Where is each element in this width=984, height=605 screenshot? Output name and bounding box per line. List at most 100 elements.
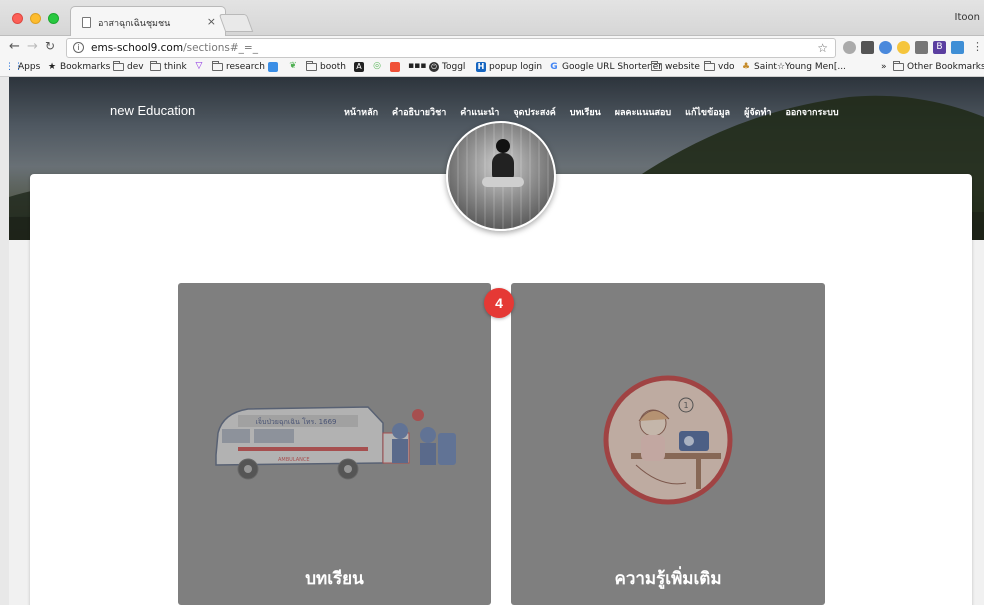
apps-grid-icon: ⋮⋮ [5, 61, 23, 72]
back-arrow-icon[interactable]: ← [9, 39, 20, 54]
bookmarks-overflow[interactable]: » [881, 62, 887, 72]
bookmark-toggl[interactable]: ⏻ Toggl [429, 62, 465, 72]
bookmark-saint-young-men[interactable]: ♣ Saint☆Young Men[... [741, 62, 846, 72]
bookmark-other-bookmarks[interactable]: Other Bookmarks [893, 61, 984, 72]
url-text[interactable]: ems-school9.com/sections#_=_ [91, 42, 258, 54]
a-app-icon: A [354, 62, 364, 72]
nav-item-lessons[interactable]: บทเรียน [570, 105, 601, 119]
folder-icon [113, 61, 124, 71]
bookmark-website[interactable]: website [651, 61, 700, 72]
address-bar[interactable]: i ems-school9.com/sections#_=_ ☆ [66, 38, 836, 58]
bookmark-label: dev [127, 62, 144, 72]
tile-label: ความรู้เพิ่มเติม [614, 569, 722, 589]
reload-icon[interactable]: ↻ [45, 39, 55, 53]
person-body [492, 153, 514, 179]
settings-extension-icon[interactable] [915, 41, 928, 54]
minimize-window-button[interactable] [30, 13, 41, 24]
bookmark-medium[interactable]: ▪▪▪ [408, 61, 427, 71]
bookmark-booth[interactable]: booth [306, 61, 346, 72]
h-icon: H [476, 62, 486, 72]
bookmark-dev[interactable]: dev [113, 61, 144, 72]
bookmark-green-circle[interactable]: ◎ [372, 62, 382, 71]
nav-item-scores[interactable]: ผลคะแนนสอบ [615, 105, 671, 119]
emoji-extension-icon[interactable] [897, 41, 910, 54]
url-path: /sections#_=_ [183, 42, 258, 54]
bookmark-google-url-shortener[interactable]: G Google URL Shortener [549, 62, 662, 72]
ghost-extension-icon[interactable] [879, 41, 892, 54]
tab-close-icon[interactable]: × [207, 15, 216, 28]
browser-toolbar: ← → ↻ i ems-school9.com/sections#_=_ ☆ B… [0, 36, 984, 60]
ambulance-sub-text: AMBULANCE [278, 457, 310, 463]
bookmark-blue-app[interactable] [268, 62, 278, 72]
nav-item-course-description[interactable]: คำอธิบายวิชา [392, 105, 446, 119]
nav-item-home[interactable]: หน้าหลัก [344, 105, 378, 119]
bookmark-research[interactable]: research [212, 61, 265, 72]
overflow-icon: » [881, 62, 887, 72]
bookmark-bookmarks[interactable]: ★ Bookmarks [47, 62, 110, 72]
bookmark-star-icon[interactable]: ☆ [817, 41, 828, 55]
bookmark-label: Apps [18, 62, 41, 72]
nav-item-logout[interactable]: ออกจากระบบ [785, 105, 838, 119]
forward-arrow-icon[interactable]: → [27, 39, 38, 54]
bookmark-leaf[interactable]: ❦ [288, 62, 298, 71]
bookmark-apps[interactable]: ⋮⋮ Apps [5, 62, 40, 72]
bookmark-label: popup login [489, 62, 543, 72]
person-head [496, 139, 510, 153]
person-legs [482, 177, 524, 187]
tab-strip: อาสาฉุกเฉินชุมชน × Itoon [0, 0, 984, 36]
medium-icon: ▪▪▪ [408, 61, 427, 71]
folder-icon [212, 61, 223, 71]
profile-name[interactable]: Itoon [955, 12, 980, 23]
leaf-icon: ❦ [289, 61, 297, 71]
google-icon: G [550, 61, 558, 72]
manga-icon: ♣ [741, 61, 751, 72]
sick-girl-illustration: 1 [603, 375, 733, 505]
folder-icon [306, 61, 317, 71]
app-icon [268, 62, 278, 72]
bookmark-label: website [665, 62, 700, 72]
url-host: ems-school9.com [91, 42, 184, 54]
camera-extension-icon[interactable] [843, 41, 856, 54]
folder-icon [150, 61, 161, 71]
bookmark-swift[interactable] [390, 62, 400, 72]
bookmark-a-app[interactable]: A [354, 62, 364, 72]
menu-dots-icon[interactable]: ⋮ [972, 40, 983, 53]
nav-item-edit-profile[interactable]: แก้ไขข้อมูล [685, 105, 730, 119]
bootstrap-extension-icon[interactable]: B [933, 41, 946, 54]
bookmark-label: Google URL Shortener [562, 62, 662, 72]
bookmark-label: booth [320, 62, 346, 72]
avatar[interactable] [446, 121, 556, 231]
close-window-button[interactable] [12, 13, 23, 24]
main-nav: หน้าหลัก คำอธิบายวิชา คำแนะนำ จุดประสงค์… [344, 105, 839, 119]
bookmark-think[interactable]: think [150, 61, 187, 72]
nav-item-guide[interactable]: คำแนะนำ [460, 105, 499, 119]
chart-extension-icon[interactable] [951, 41, 964, 54]
folder-icon [651, 61, 662, 71]
vuejs-icon: ▽ [195, 61, 203, 71]
bookmark-label: think [164, 62, 187, 72]
notification-badge[interactable]: 4 [484, 288, 514, 318]
browser-tab-active[interactable]: อาสาฉุกเฉินชุมชน × [70, 6, 226, 36]
nav-item-authors[interactable]: ผู้จัดทำ [744, 105, 771, 119]
bookmark-label: vdo [718, 62, 735, 72]
bookmark-vdo[interactable]: vdo [704, 61, 735, 72]
bookmarks-bar: ⋮⋮ Apps ★ Bookmarks dev think ▽ research ❦… [0, 60, 984, 77]
site-brand[interactable]: new Education [110, 103, 195, 118]
site-info-icon[interactable]: i [73, 42, 84, 53]
page-icon [82, 17, 91, 28]
bookmark-label: Bookmarks [60, 62, 111, 72]
circle-app-icon: ◎ [373, 61, 381, 71]
toggl-icon: ⏻ [429, 62, 439, 72]
nav-item-objectives[interactable]: จุดประสงค์ [513, 105, 555, 119]
bookmark-popup-login[interactable]: Hpopup login [476, 62, 542, 72]
folder-icon [893, 61, 904, 71]
bookmark-vuejs[interactable]: ▽ [194, 62, 204, 71]
extra-knowledge-tile[interactable]: 1 ความรู้เพิ่มเติม [511, 283, 825, 605]
swift-icon [390, 62, 400, 72]
maximize-window-button[interactable] [48, 13, 59, 24]
tile-label: บทเรียน [305, 569, 364, 589]
svg-text:1: 1 [683, 401, 688, 410]
gear-extension-icon[interactable] [861, 41, 874, 54]
lessons-tile[interactable]: เจ็บป่วยฉุกเฉิน โทร. 1669 AMBULANCE บทเร… [178, 283, 491, 605]
new-tab-button[interactable] [218, 14, 254, 32]
